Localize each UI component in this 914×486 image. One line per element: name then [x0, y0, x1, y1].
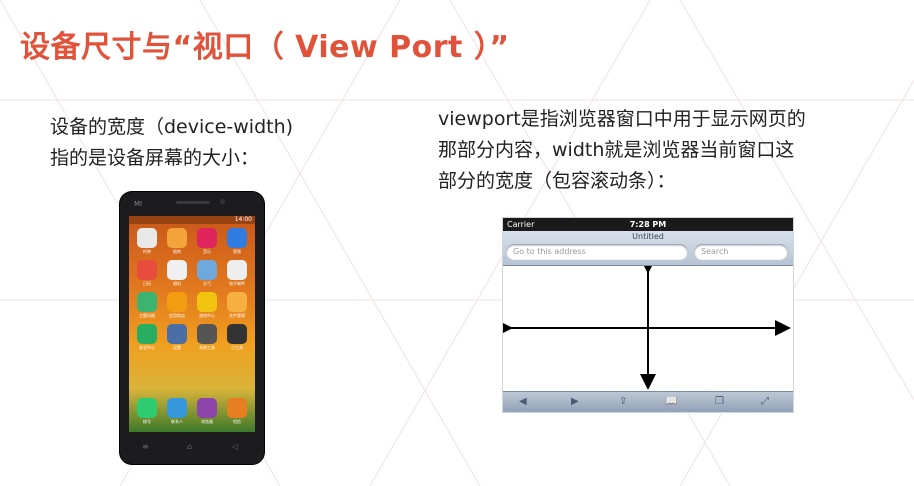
app-icon	[167, 228, 187, 248]
app-label: 文件管理	[229, 313, 245, 318]
app-icon	[137, 292, 157, 312]
viewport-description: viewport是指浏览器窗口中用于显示网页的 那部分内容，width就是浏览器…	[438, 104, 898, 197]
text-line: viewport是指浏览器窗口中用于显示网页的	[438, 108, 806, 130]
browser-bottom-toolbar: ◀ ▶ ⇪ 📖 ❐ ⤢	[503, 391, 793, 412]
home-icon: ⌂	[187, 442, 193, 451]
phone-logo: MI	[134, 200, 143, 208]
app-label: 小工具	[231, 345, 243, 350]
device-width-description: 设备的宽度（device-width) 指的是设备屏幕的大小：	[50, 112, 380, 174]
back-icon: ◁	[232, 442, 239, 451]
app-icon	[167, 324, 187, 344]
phone-speaker	[176, 201, 210, 204]
phone-status-bar: 14:00	[129, 216, 255, 224]
app-icon	[197, 292, 217, 312]
back-icon: ◀	[519, 396, 527, 407]
dock-label: 拨号	[143, 419, 151, 424]
app-icon	[137, 260, 157, 280]
search-field: Search	[694, 244, 788, 260]
app-label: 相机	[173, 281, 181, 286]
text-line: 设备的宽度（device-width)	[50, 116, 294, 138]
text-line: 部分的宽度（包容滚动条）：	[438, 170, 676, 192]
page-title: Untitled	[632, 232, 664, 241]
viewport-axes	[503, 266, 791, 390]
app-icon	[167, 292, 187, 312]
app-label: 设置	[173, 345, 181, 350]
app-icon	[197, 260, 217, 280]
phone-screen: 14:00 时钟 图库 音乐 视频日历 相机 天气 电子邮件主题风格 应用商店 游戏中心 文件管理…	[129, 216, 255, 432]
dock-label: 短信	[233, 419, 241, 424]
phone-camera	[220, 199, 225, 204]
fullscreen-icon: ⤢	[761, 396, 769, 407]
app-icon	[197, 324, 217, 344]
text-line: 指的是设备屏幕的大小：	[50, 147, 260, 169]
dock-label: 联系人	[171, 419, 183, 424]
app-icon	[227, 228, 247, 248]
status-time: 7:28 PM	[629, 220, 667, 229]
bookmarks-icon: 📖	[665, 396, 678, 407]
app-icon	[227, 292, 247, 312]
dock-icon	[167, 398, 187, 418]
phone-top-bezel: MI	[120, 192, 264, 212]
dock-icon	[227, 398, 247, 418]
app-icon	[227, 324, 247, 344]
app-icon	[137, 228, 157, 248]
app-label: 图库	[173, 249, 181, 254]
browser-toolbar: Untitled Go to this address Search	[503, 231, 793, 266]
browser-status-bar: Carrier 7:28 PM	[503, 218, 793, 231]
app-icon	[197, 228, 217, 248]
app-icon	[137, 324, 157, 344]
phone-device-image: MI 14:00 时钟 图库 音乐 视频日历 相机 天气 电子邮件主题风格 应用商店 游戏中心 文…	[120, 192, 264, 464]
app-label: 电子邮件	[229, 281, 245, 286]
app-label: 安全中心	[139, 345, 155, 350]
dock-icon	[137, 398, 157, 418]
dock-icon	[197, 398, 217, 418]
app-label: 主题风格	[139, 313, 155, 318]
address-field: Go to this address	[506, 244, 688, 260]
app-label: 系统工具	[199, 345, 215, 350]
menu-icon: ≡	[142, 442, 149, 451]
phone-status-time: 14:00	[234, 216, 252, 223]
text-line: 那部分内容，width就是浏览器当前窗口这	[438, 139, 795, 161]
app-label: 日历	[143, 281, 151, 286]
slide-title: 设备尺寸与“视口（ View Port ）”	[20, 30, 510, 65]
phone-nav-buttons: ≡ ⌂ ◁	[120, 438, 264, 458]
app-label: 时钟	[143, 249, 151, 254]
app-label: 应用商店	[169, 313, 185, 318]
share-icon: ⇪	[619, 396, 628, 407]
app-icon	[167, 260, 187, 280]
browser-viewport-image: Carrier 7:28 PM Untitled Go to this addr…	[503, 218, 793, 412]
dock-label: 浏览器	[201, 419, 213, 424]
app-label: 游戏中心	[199, 313, 215, 318]
tabs-icon: ❐	[715, 396, 724, 407]
app-label: 视频	[233, 249, 241, 254]
app-label: 天气	[203, 281, 211, 286]
app-icon	[227, 260, 247, 280]
forward-icon: ▶	[571, 396, 579, 407]
app-label: 音乐	[203, 249, 211, 254]
